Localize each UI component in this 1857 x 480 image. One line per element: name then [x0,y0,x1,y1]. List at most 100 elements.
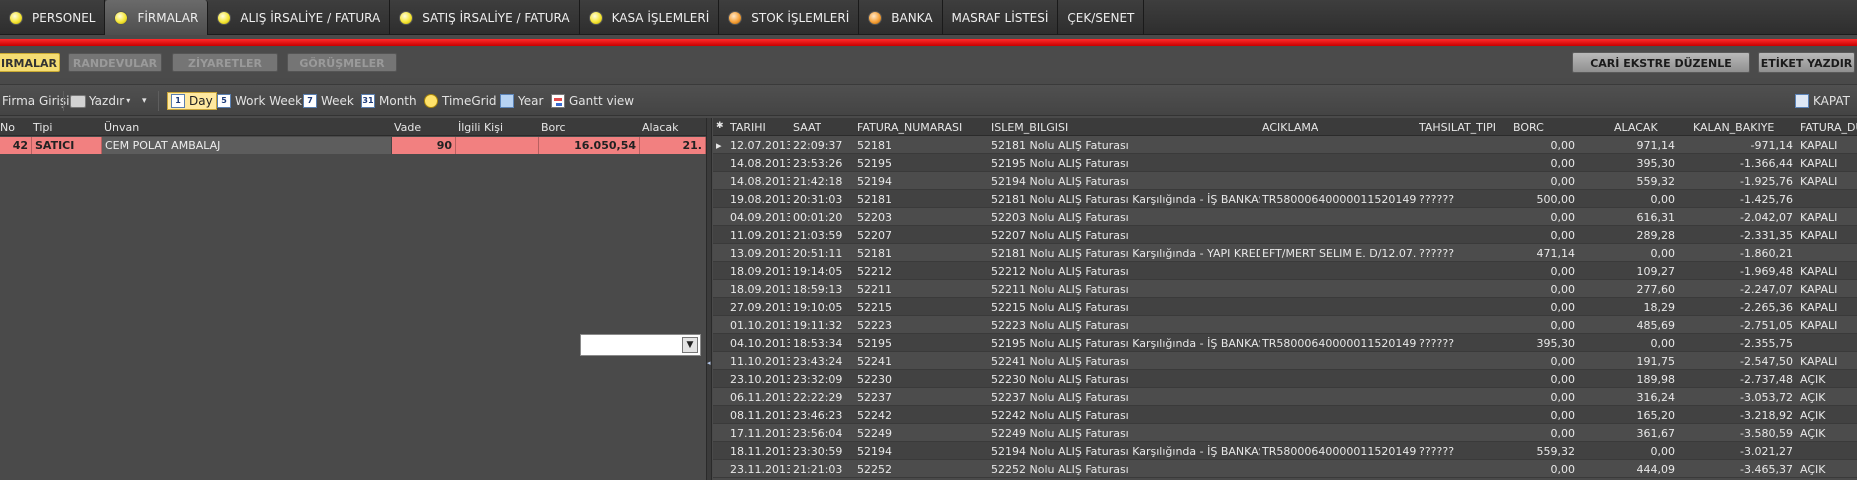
cari-ekstre-button[interactable]: CARİ EKSTRE DÜZENLE [1572,52,1750,73]
view-year-button[interactable]: Year [500,92,543,110]
cell-durum: KAPALI [1800,175,1838,188]
view-day-button[interactable]: 1 Day [167,92,217,110]
nav-tab-stok-i-şlemleri-[interactable]: STOK İŞLEMLERİ [719,0,860,35]
col-ilgili-kisi[interactable]: İlgili Kişi [458,121,503,134]
table-row[interactable]: 11.09.2013 21:03:59 52207 52207 Nolu ALIŞ F… [713,226,1857,244]
table-row[interactable]: 01.10.2013 19:11:32 52223 52223 Nolu ALIŞ F… [713,316,1857,334]
yazdir-button[interactable]: Yazdır ▾ [70,92,130,110]
top-nav: PERSONEL FİRMALAR ALIŞ İRSALİYE / FATURA SA… [0,0,1857,35]
col-tahsilat-tipi[interactable]: TAHSILAT_TIPI [1419,121,1496,134]
cell-saat: 00:01:20 [793,211,843,224]
chevron-down-icon: ▾ [142,96,147,106]
calendar-month-icon: 31 [361,94,375,108]
table-row[interactable]: 19.08.2013 20:31:03 52181 52181 Nolu ALIŞ F… [713,190,1857,208]
filter-combobox[interactable]: ▼ [580,334,701,356]
nav-tab-banka[interactable]: BANKA [859,0,943,35]
ekstre-grid-header: ✱ TARIHI SAAT FATURA_NUMARASI ISLEM_BILG… [713,118,1857,136]
cell-kalan: -3.218,92 [1740,409,1793,422]
cell-kalan: -1.860,21 [1740,247,1793,260]
nav-tab-label: KASA İŞLEMLERİ [611,10,710,25]
table-row[interactable]: 18.09.2013 18:59:13 52211 52211 Nolu ALIŞ F… [713,280,1857,298]
cell-alacak: 616,31 [1636,211,1676,224]
toolbar-overflow-button[interactable]: ▾ [142,92,147,110]
col-borc[interactable]: BORC [1513,121,1544,134]
subtab-ziyaretler[interactable]: ZİYARETLER [172,53,278,72]
col-alacak[interactable]: Alacak [642,121,678,134]
col-aciklama[interactable]: ACIKLAMA [1262,121,1318,134]
col-fatura-durumu[interactable]: FATURA_DU [1800,121,1857,134]
subtab-firmalar[interactable]: IRMALAR [0,53,60,72]
nav-tab-fi-rmalar[interactable]: FİRMALAR [105,0,209,35]
cell-islem: 52215 Nolu ALIŞ Faturası [991,301,1129,314]
table-row[interactable]: ▸ 12.07.2013 22:09:37 52181 52181 Nolu ALIŞ … [713,136,1857,154]
table-row[interactable]: 23.10.2013 23:32:09 52230 52230 Nolu ALIŞ F… [713,370,1857,388]
nav-tab-satiş-i-rsali-ye-fatura[interactable]: SATIŞ İRSALİYE / FATURA [390,0,580,35]
table-row[interactable]: 04.09.2013 00:01:20 52203 52203 Nolu ALIŞ F… [713,208,1857,226]
col-alacak[interactable]: ALACAK [1614,121,1658,134]
table-row[interactable]: 11.10.2013 23:43:24 52241 52241 Nolu ALIŞ F… [713,352,1857,370]
view-month-button[interactable]: 31 Month [361,92,417,110]
cell-fatura: 52211 [857,283,892,296]
cell-tarih: 01.10.2013 [730,319,790,332]
calendar-year-icon [500,94,514,108]
cell-aciklama: TR580006400000115201499224 [1262,337,1417,350]
cell-saat: 23:32:09 [793,373,843,386]
nav-tab-aliş-i-rsali-ye-fatura[interactable]: ALIŞ İRSALİYE / FATURA [208,0,391,35]
cell-islem: 52242 Nolu ALIŞ Faturası [991,409,1129,422]
col-tarihi[interactable]: TARIHI [730,121,766,134]
nav-tab-kasa-i-şlemleri-[interactable]: KASA İŞLEMLERİ [580,0,720,35]
cell-unvan: CEM POLAT AMBALAJ [102,137,392,154]
window-close-icon [1795,94,1809,108]
table-row[interactable]: 27.09.2013 19:10:05 52215 52215 Nolu ALIŞ F… [713,298,1857,316]
etiket-yazdir-button[interactable]: ETİKET YAZDIR [1758,52,1855,73]
cell-durum: KAPALI [1800,229,1838,242]
cell-kalan: -2.265,36 [1740,301,1793,314]
col-islem-bilgisi[interactable]: ISLEM_BILGISI [991,121,1068,134]
col-no[interactable]: No [0,121,15,134]
kapat-button[interactable]: KAPAT [1795,92,1850,110]
collapse-arrow-icon[interactable]: ◂ [707,357,712,369]
view-timegrid-button[interactable]: TimeGrid [424,92,497,110]
cell-alacak: 18,29 [1643,301,1676,314]
view-gantt-button[interactable]: Gantt view [551,92,634,110]
firma-girisi-button[interactable]: Firma Girişi [2,92,69,110]
table-row[interactable]: 23.11.2013 21:21:03 52252 52252 Nolu ALIŞ F… [713,460,1857,478]
col-borc[interactable]: Borc [541,121,566,134]
table-row[interactable]: 04.10.2013 18:53:34 52195 52195 Nolu ALIŞ F… [713,334,1857,352]
subtab-randevular[interactable]: RANDEVULAR [68,53,162,72]
cell-aciklama: TR580006400000115201499224 [1262,193,1417,206]
table-row[interactable]: 08.11.2013 23:46:23 52242 52242 Nolu ALIŞ F… [713,406,1857,424]
view-workweek-button[interactable]: 5 Work Week [217,92,302,110]
cell-tarih: 18.09.2013 [730,265,790,278]
table-row[interactable]: 14.08.2013 23:53:26 52195 52195 Nolu ALIŞ F… [713,154,1857,172]
table-row[interactable]: 14.08.2013 21:42:18 52194 52194 Nolu ALIŞ F… [713,172,1857,190]
subtab-gorusmeler[interactable]: GÖRÜŞMELER [287,53,397,72]
nav-tab-masraf-li-stesi-[interactable]: MASRAF LİSTESİ [943,0,1059,35]
view-week-button[interactable]: 7 Week [303,92,354,110]
table-row[interactable]: 17.11.2013 23:56:04 52249 52249 Nolu ALIŞ F… [713,424,1857,442]
cell-fatura: 52215 [857,301,892,314]
cell-saat: 23:56:04 [793,427,843,440]
nav-tab-label: ÇEK/SENET [1067,10,1135,25]
cell-durum: KAPALI [1800,301,1838,314]
cell-kalan: -3.021,27 [1740,445,1793,458]
col-fatura-numarasi[interactable]: FATURA_NUMARASI [857,121,962,134]
nav-tab-personel[interactable]: PERSONEL [0,0,106,35]
col-saat[interactable]: SAAT [793,121,821,134]
table-row[interactable]: 13.09.2013 20:51:11 52181 52181 Nolu ALIŞ F… [713,244,1857,262]
col-unvan[interactable]: Ünvan [104,121,139,134]
nav-tab-çek-senet[interactable]: ÇEK/SENET [1058,0,1145,35]
col-tipi[interactable]: Tipi [33,121,52,134]
chevron-down-icon[interactable]: ▼ [682,337,698,353]
cell-durum: KAPALI [1800,283,1838,296]
col-vade[interactable]: Vade [394,121,421,134]
table-row[interactable]: 42 SATICI CEM POLAT AMBALAJ 90 16.050,54… [0,137,706,154]
table-row[interactable]: 18.09.2013 19:14:05 52212 52212 Nolu ALIŞ F… [713,262,1857,280]
table-row[interactable]: 06.11.2013 22:22:29 52237 52237 Nolu ALIŞ F… [713,388,1857,406]
table-row[interactable]: 18.11.2013 23:30:59 52194 52194 Nolu ALIŞ F… [713,442,1857,460]
status-bulb-icon [588,10,603,25]
cell-durum: AÇIK [1800,391,1826,404]
col-kalan-bakiye[interactable]: KALAN_BAKIYE [1693,121,1774,134]
pane-splitter[interactable]: ◂ [706,118,712,480]
kapat-label: KAPAT [1813,94,1850,108]
